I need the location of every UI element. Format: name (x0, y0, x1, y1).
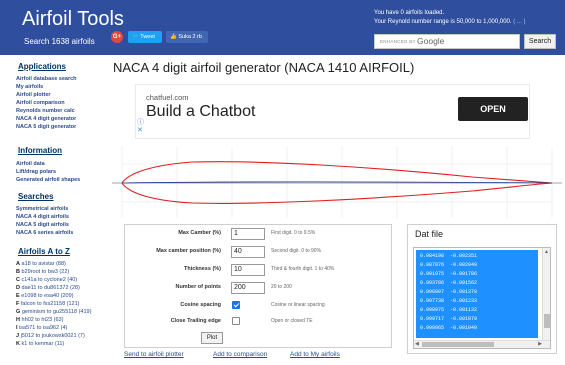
sidebar-item-reynolds-calc[interactable]: Reynolds number calc (16, 108, 75, 114)
dat-vertical-scroll-thumb[interactable] (544, 314, 550, 328)
scroll-right-icon[interactable]: ▶ (538, 341, 542, 347)
like-label: Suka 2 rb (178, 34, 202, 40)
atoz-item-e[interactable]: E e1098 to esa40 (209) (16, 293, 74, 299)
thickness-help: Third & fourth digit. 1 to 40% (271, 266, 335, 272)
max-camber-label: Max Camber (%) (178, 230, 221, 236)
airfoil-count-subtitle: Search 1638 airfoils (24, 37, 95, 46)
ad-open-button[interactable]: OPEN (458, 97, 528, 121)
dat-line: 0.996007 -0.001378 (420, 289, 478, 295)
dat-line: 0.998975 -0.001132 (420, 307, 478, 313)
sidebar-searches-title: Searches (18, 192, 54, 201)
dat-vertical-scrollbar[interactable]: ▲ (542, 248, 550, 340)
scroll-up-icon[interactable]: ▲ (544, 249, 549, 255)
thickness-input[interactable]: 10 (231, 264, 265, 276)
close-te-label: Close Trailing edge (170, 318, 221, 324)
reynolds-range-text: Your Reynold number range is 50,000 to 1… (374, 19, 526, 25)
max-camber-input[interactable]: 1 (231, 228, 265, 240)
dat-line: 0.991075 -0.001786 (420, 271, 478, 277)
thickness-label: Thickness (%) (184, 266, 221, 272)
dat-file-panel: Dat file 0.984198 -0.002351 0.987876 -0.… (407, 224, 557, 354)
add-to-comparison-link[interactable]: Add to comparison (213, 351, 267, 358)
send-to-plotter-link[interactable]: Send to airfoil plotter (124, 351, 184, 358)
cosine-spacing-checkbox[interactable] (232, 301, 240, 309)
site-header: Airfoil Tools Search 1638 airfoils G+ 🐦 … (0, 0, 565, 55)
search-button[interactable]: Search (524, 34, 556, 49)
dat-line: 0.999965 -0.001049 (420, 325, 478, 331)
dat-horizontal-scroll-thumb[interactable] (422, 342, 494, 347)
atoz-item-k[interactable]: K k1 to kenmar (11) (16, 341, 64, 347)
close-te-checkbox[interactable] (232, 317, 240, 325)
tweet-label: Tweet (140, 34, 155, 40)
dat-line: 0.993786 -0.001562 (420, 280, 478, 286)
dat-line: 0.999717 -0.001070 (420, 316, 478, 322)
cosine-spacing-help: Cosine or linear spacing (271, 302, 325, 308)
sidebar-item-naca4-airfoils[interactable]: NACA 4 digit airfoils (16, 214, 69, 220)
sidebar-item-naca5-generator[interactable]: NACA 5 digit generator (16, 124, 76, 130)
sidebar-item-generated-shapes[interactable]: Generated airfoil shapes (16, 177, 80, 183)
ad-headline: Build a Chatbot (146, 103, 256, 120)
ad-close-icon[interactable]: ✕ (137, 126, 143, 134)
num-points-input[interactable]: 200 (231, 282, 265, 294)
ad-domain: chatfuel.com (146, 93, 189, 102)
atoz-item-c[interactable]: C c141a to cyclone2 (40) (16, 277, 77, 283)
airfoil-lower-surface (121, 182, 553, 204)
camber-position-help: Second digit. 0 to 90% (271, 248, 322, 254)
camber-position-label: Max camber position (%) (156, 248, 221, 254)
like-button[interactable]: 👍 Suka 2 rb (166, 31, 208, 43)
page: Airfoil Tools Search 1638 airfoils G+ 🐦 … (0, 0, 565, 365)
sidebar-item-my-airfoils[interactable]: My airfoils (16, 84, 43, 90)
dat-line: 0.987876 -0.002049 (420, 262, 478, 268)
google-plus-icon[interactable]: G+ (111, 31, 123, 43)
sidebar-information-title: Information (18, 146, 62, 155)
sidebar-atoz-title: Airfoils A to Z (18, 247, 70, 256)
sidebar-item-lift-drag-polars[interactable]: Lift/drag polars (16, 169, 56, 175)
atoz-item-d[interactable]: D dae11 to du861372 (28) (16, 285, 80, 291)
atoz-item-f[interactable]: F falcon to fxs21158 (121) (16, 301, 80, 307)
sidebar-item-airfoil-comparison[interactable]: Airfoil comparison (16, 100, 65, 106)
dat-line: 0.984198 -0.002351 (420, 253, 478, 259)
sidebar-item-symmetrical[interactable]: Symmetrical airfoils (16, 206, 68, 212)
google-logo: Google (417, 36, 445, 46)
close-te-help: Open or closed TE (271, 318, 313, 324)
page-title: NACA 4 digit airfoil generator (NACA 141… (113, 60, 415, 75)
tweet-button[interactable]: 🐦 Tweet (128, 31, 162, 43)
atoz-item-g[interactable]: G geminism to gu255118 (419) (16, 309, 91, 315)
num-points-label: Number of points (175, 284, 221, 290)
site-logo[interactable]: Airfoil Tools (22, 8, 124, 31)
airfoil-plot (112, 146, 562, 218)
sidebar-item-airfoil-data[interactable]: Airfoil data (16, 161, 45, 167)
atoz-item-i[interactable]: I isa571 to isa962 (4) (16, 325, 67, 331)
sidebar: Applications Airfoil database search My … (0, 55, 108, 365)
reynolds-range-label: Your Reynold number range is 50,000 to 1… (374, 19, 512, 25)
dat-file-textarea[interactable]: 0.984198 -0.002351 0.987876 -0.002049 0.… (413, 247, 551, 349)
search-input[interactable]: ENHANCED BY Google (374, 34, 520, 49)
scroll-left-icon[interactable]: ◀ (415, 341, 419, 347)
airfoil-upper-surface (121, 161, 553, 184)
atoz-item-b[interactable]: B b29root to bw3 (22) (16, 269, 69, 275)
dat-line: 0.997738 -0.001233 (420, 298, 478, 304)
enhanced-by-label: ENHANCED BY (380, 39, 416, 44)
sidebar-item-naca4-generator[interactable]: NACA 4 digit generator (16, 116, 76, 122)
cosine-spacing-label: Cosine spacing (180, 302, 221, 308)
sidebar-item-naca6-airfoils[interactable]: NACA 6 series airfoils (16, 230, 73, 236)
sidebar-applications-title: Applications (18, 62, 67, 71)
atoz-item-h[interactable]: H hh02 to ht23 (63) (16, 317, 63, 323)
max-camber-help: First digit. 0 to 9.5% (271, 230, 316, 236)
sidebar-item-airfoil-plotter[interactable]: Airfoil plotter (16, 92, 51, 98)
dat-horizontal-scrollbar[interactable]: ◀ ▶ (414, 340, 550, 348)
atoz-item-a[interactable]: A a18 to avistar (88) (16, 261, 66, 267)
airfoils-loaded-text: You have 0 airfoils loaded. (374, 10, 445, 16)
reynolds-change-link[interactable]: ( ... ) (513, 19, 525, 25)
add-to-my-airfoils-link[interactable]: Add to My airfoils (290, 351, 340, 358)
plot-button[interactable]: Plot (201, 332, 223, 344)
num-points-help: 20 to 200 (271, 284, 292, 290)
sidebar-item-naca5-airfoils[interactable]: NACA 5 digit airfoils (16, 222, 69, 228)
chatbot-ad-banner[interactable]: chatfuel.com Build a Chatbot ⓘ ✕ OPEN (135, 84, 530, 139)
atoz-item-j[interactable]: J j5012 to joukowsk0021 (7) (16, 333, 85, 339)
naca-parameters-form: Max Camber (%) 1 First digit. 0 to 9.5% … (124, 224, 392, 348)
dat-file-title: Dat file (415, 229, 444, 239)
sidebar-item-database-search[interactable]: Airfoil database search (16, 76, 77, 82)
camber-position-input[interactable]: 40 (231, 246, 265, 258)
